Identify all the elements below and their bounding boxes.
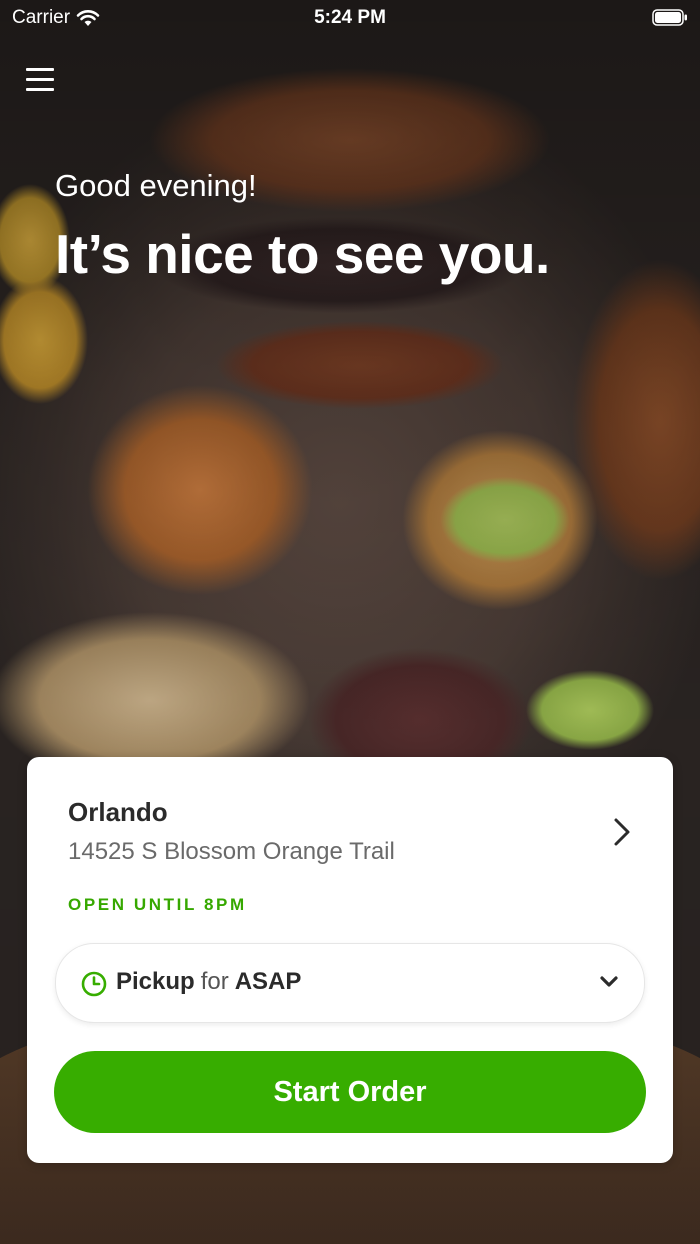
hamburger-menu-icon[interactable] <box>26 66 56 94</box>
clock-icon <box>81 971 107 997</box>
location-selector[interactable]: Orlando 14525 S Blossom Orange Trail <box>27 757 673 877</box>
clock-time: 5:24 PM <box>314 7 386 28</box>
headline-text: It’s nice to see you. <box>55 223 550 285</box>
order-time: ASAP <box>234 968 302 995</box>
start-order-button[interactable]: Start Order <box>54 1051 646 1133</box>
chevron-down-icon <box>600 976 618 987</box>
open-status-badge: OPEN UNTIL 8PM <box>68 895 247 914</box>
status-bar: Carrier 5:24 PM <box>0 0 700 36</box>
order-type-selector[interactable]: Pickup for ASAP <box>55 943 645 1023</box>
order-type-label: Pickup for ASAP <box>116 968 301 996</box>
order-mode: Pickup <box>116 968 195 995</box>
greeting-text: Good evening! <box>55 168 257 203</box>
order-connector: for <box>200 968 229 995</box>
location-card: Orlando 14525 S Blossom Orange Trail OPE… <box>27 757 673 1163</box>
location-name: Orlando <box>68 797 168 827</box>
chevron-right-icon <box>614 818 630 846</box>
battery-icon <box>652 9 687 26</box>
location-address: 14525 S Blossom Orange Trail <box>68 838 395 865</box>
